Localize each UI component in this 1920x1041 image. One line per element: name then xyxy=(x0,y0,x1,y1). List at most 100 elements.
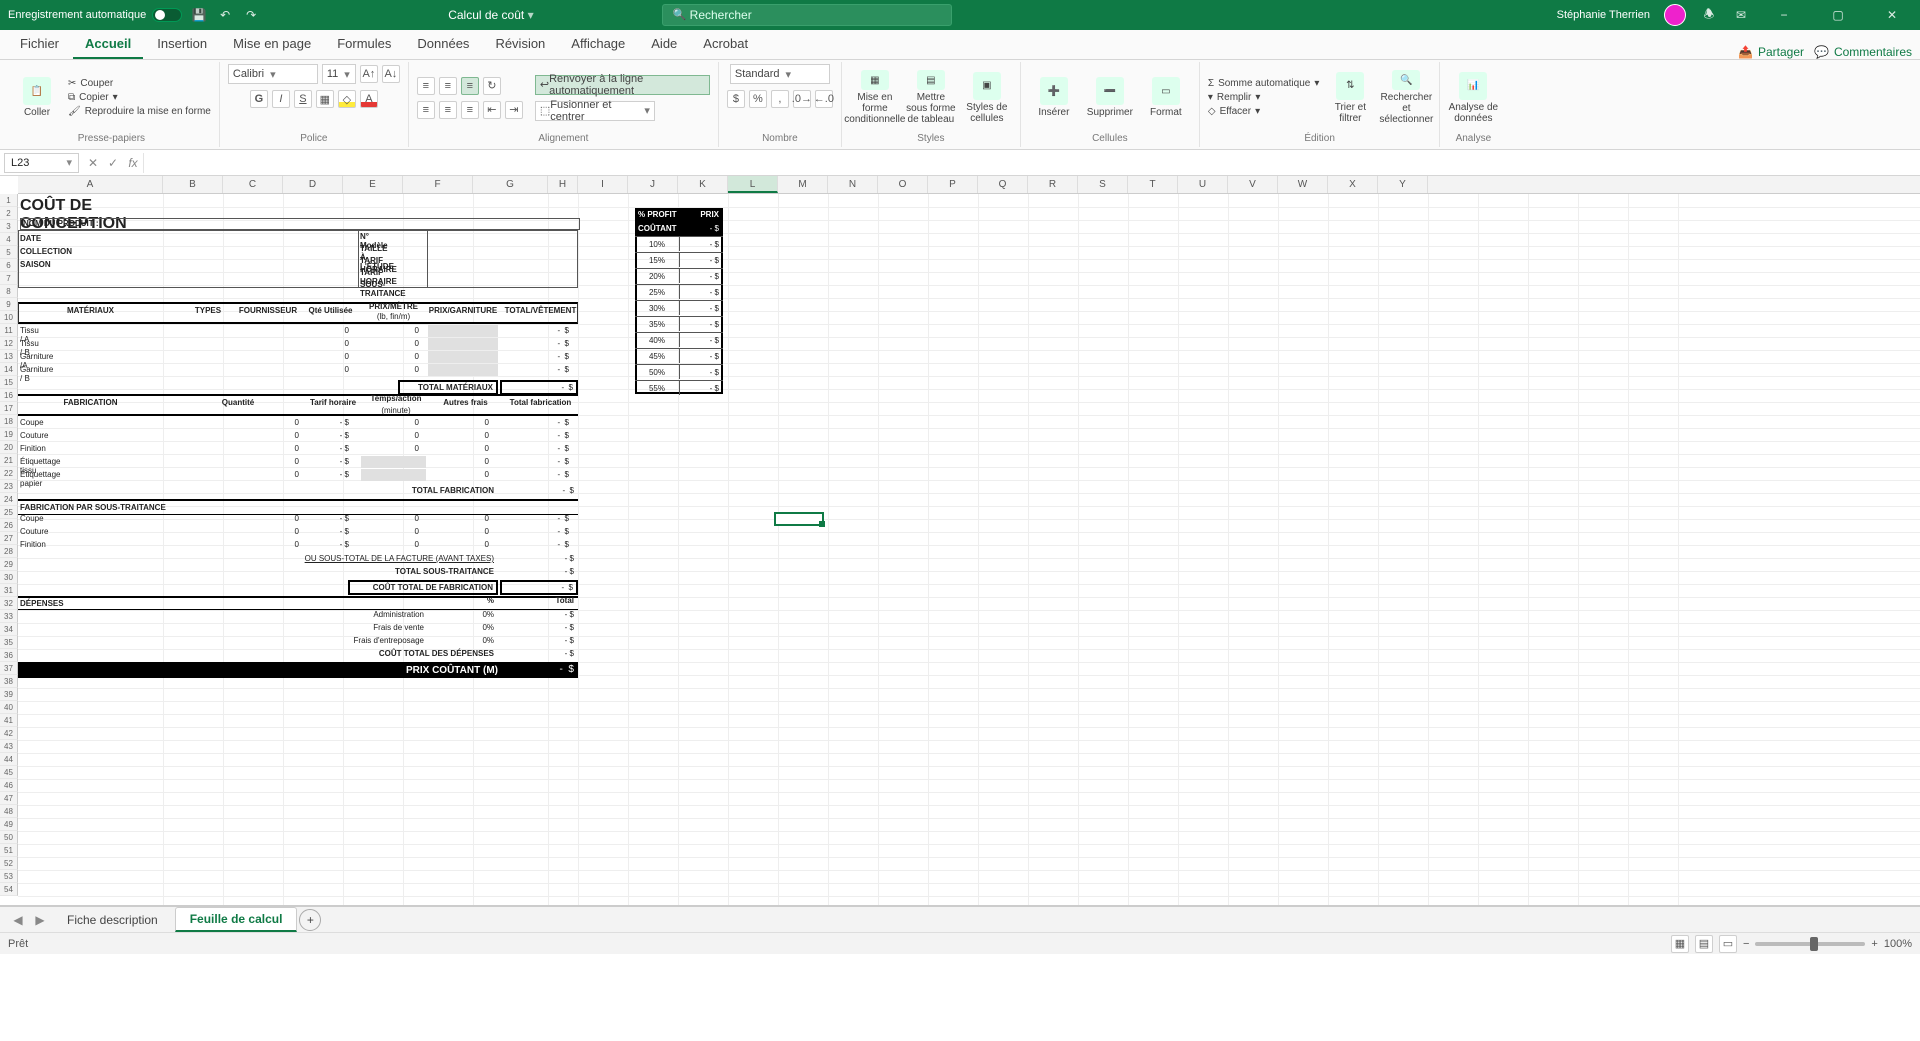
column-header[interactable]: I xyxy=(578,176,628,193)
currency-icon[interactable]: $ xyxy=(727,90,745,108)
view-break-icon[interactable]: ▭ xyxy=(1719,935,1737,953)
column-header[interactable]: P xyxy=(928,176,978,193)
row-header[interactable]: 49 xyxy=(0,818,18,831)
sheet-tab-2[interactable]: Feuille de calcul xyxy=(175,907,298,932)
autosum-button[interactable]: Σ Somme automatique ▾ xyxy=(1208,78,1320,89)
orient-icon[interactable]: ↻ xyxy=(483,77,501,95)
column-header[interactable]: F xyxy=(403,176,473,193)
undo-icon[interactable]: ↶ xyxy=(216,6,234,24)
row-header[interactable]: 1 xyxy=(0,194,18,207)
sort-filter-button[interactable]: ⇅Trier et filtrer xyxy=(1325,70,1375,125)
decrease-font-icon[interactable]: A↓ xyxy=(382,65,400,83)
row-header[interactable]: 13 xyxy=(0,350,18,363)
format-painter-button[interactable]: 🖌 Reproduire la mise en forme xyxy=(68,106,211,117)
cut-button[interactable]: ✂ Couper xyxy=(68,78,113,89)
row-header[interactable]: 48 xyxy=(0,805,18,818)
fx-icon[interactable]: fx xyxy=(123,156,143,170)
row-header[interactable]: 7 xyxy=(0,272,18,285)
tab-formules[interactable]: Formules xyxy=(325,30,403,59)
row-header[interactable]: 40 xyxy=(0,701,18,714)
tab-aide[interactable]: Aide xyxy=(639,30,689,59)
row-header[interactable]: 16 xyxy=(0,389,18,402)
row-header[interactable]: 36 xyxy=(0,649,18,662)
row-header[interactable]: 18 xyxy=(0,415,18,428)
column-header[interactable]: U xyxy=(1178,176,1228,193)
row-header[interactable]: 41 xyxy=(0,714,18,727)
find-select-button[interactable]: 🔍Rechercher et sélectionner xyxy=(1381,70,1431,125)
column-header[interactable]: N xyxy=(828,176,878,193)
column-header[interactable]: H xyxy=(548,176,578,193)
column-header[interactable]: G xyxy=(473,176,548,193)
insert-cells-button[interactable]: ➕Insérer xyxy=(1029,70,1079,125)
row-header[interactable]: 50 xyxy=(0,831,18,844)
align-left-icon[interactable]: ≡ xyxy=(417,101,435,119)
font-name[interactable]: Calibri▾ xyxy=(228,64,318,84)
save-icon[interactable]: 💾 xyxy=(190,6,208,24)
row-header[interactable]: 54 xyxy=(0,883,18,896)
copy-button[interactable]: ⧉ Copier ▾ xyxy=(68,92,118,103)
autosave-toggle[interactable] xyxy=(152,8,182,22)
indent-dec-icon[interactable]: ⇤ xyxy=(483,101,501,119)
column-header[interactable]: V xyxy=(1228,176,1278,193)
tab-acrobat[interactable]: Acrobat xyxy=(691,30,760,59)
tab-revision[interactable]: Révision xyxy=(483,30,557,59)
row-header[interactable]: 51 xyxy=(0,844,18,857)
delete-cells-button[interactable]: ➖Supprimer xyxy=(1085,70,1135,125)
increase-font-icon[interactable]: A↑ xyxy=(360,65,378,83)
row-header[interactable]: 42 xyxy=(0,727,18,740)
row-header[interactable]: 10 xyxy=(0,311,18,324)
selected-cell[interactable] xyxy=(774,512,824,526)
row-header[interactable]: 39 xyxy=(0,688,18,701)
share-button[interactable]: 📤 Partager xyxy=(1738,45,1804,59)
row-header[interactable]: 45 xyxy=(0,766,18,779)
row-header[interactable]: 43 xyxy=(0,740,18,753)
column-header[interactable]: E xyxy=(343,176,403,193)
row-header[interactable]: 28 xyxy=(0,545,18,558)
italic-button[interactable]: I xyxy=(272,90,290,108)
column-header[interactable]: R xyxy=(1028,176,1078,193)
row-header[interactable]: 3 xyxy=(0,220,18,233)
column-header[interactable]: Y xyxy=(1378,176,1428,193)
analyze-data-button[interactable]: 📊Analyse de données xyxy=(1448,70,1498,125)
column-header[interactable]: W xyxy=(1278,176,1328,193)
column-header[interactable]: T xyxy=(1128,176,1178,193)
column-header[interactable]: A xyxy=(18,176,163,193)
spreadsheet-grid[interactable]: ABCDEFGHIJKLMNOPQRSTUVWXY 12345678910111… xyxy=(0,176,1920,906)
zoom-out-button[interactable]: − xyxy=(1743,938,1749,950)
row-header[interactable]: 32 xyxy=(0,597,18,610)
zoom-in-button[interactable]: + xyxy=(1871,938,1877,950)
sheet-nav-prev[interactable]: ◀ xyxy=(8,913,28,927)
cond-format-button[interactable]: ▦Mise en forme conditionnelle xyxy=(850,70,900,125)
bell-icon[interactable]: 🕭 xyxy=(1700,6,1718,24)
column-header[interactable]: L xyxy=(728,176,778,193)
clear-button[interactable]: ◇ Effacer ▾ xyxy=(1208,106,1260,117)
align-bottom-icon[interactable]: ≡ xyxy=(461,77,479,95)
row-header[interactable]: 44 xyxy=(0,753,18,766)
row-header[interactable]: 46 xyxy=(0,779,18,792)
merge-button[interactable]: ⬚ Fusionner et centrer▾ xyxy=(535,101,655,121)
align-top-icon[interactable]: ≡ xyxy=(417,77,435,95)
tab-insertion[interactable]: Insertion xyxy=(145,30,219,59)
row-header[interactable]: 19 xyxy=(0,428,18,441)
row-header[interactable]: 22 xyxy=(0,467,18,480)
indent-inc-icon[interactable]: ⇥ xyxy=(505,101,523,119)
tab-fichier[interactable]: Fichier xyxy=(8,30,71,59)
tab-affichage[interactable]: Affichage xyxy=(559,30,637,59)
row-header[interactable]: 6 xyxy=(0,259,18,272)
dec-decimal-icon[interactable]: ←.0 xyxy=(815,90,833,108)
font-color-button[interactable]: A xyxy=(360,90,378,108)
redo-icon[interactable]: ↷ xyxy=(242,6,260,24)
wrap-text-button[interactable]: ↩ Renvoyer à la ligne automatiquement xyxy=(535,75,710,95)
column-header[interactable]: K xyxy=(678,176,728,193)
cancel-fx-icon[interactable]: ✕ xyxy=(83,156,103,170)
row-header[interactable]: 21 xyxy=(0,454,18,467)
column-header[interactable]: S xyxy=(1078,176,1128,193)
font-size[interactable]: 11▾ xyxy=(322,64,356,84)
row-header[interactable]: 31 xyxy=(0,584,18,597)
number-format[interactable]: Standard▾ xyxy=(730,64,830,84)
row-header[interactable]: 9 xyxy=(0,298,18,311)
new-sheet-button[interactable]: + xyxy=(299,909,321,931)
row-header[interactable]: 14 xyxy=(0,363,18,376)
cell-styles-button[interactable]: ▣Styles de cellules xyxy=(962,70,1012,125)
row-header[interactable]: 35 xyxy=(0,636,18,649)
